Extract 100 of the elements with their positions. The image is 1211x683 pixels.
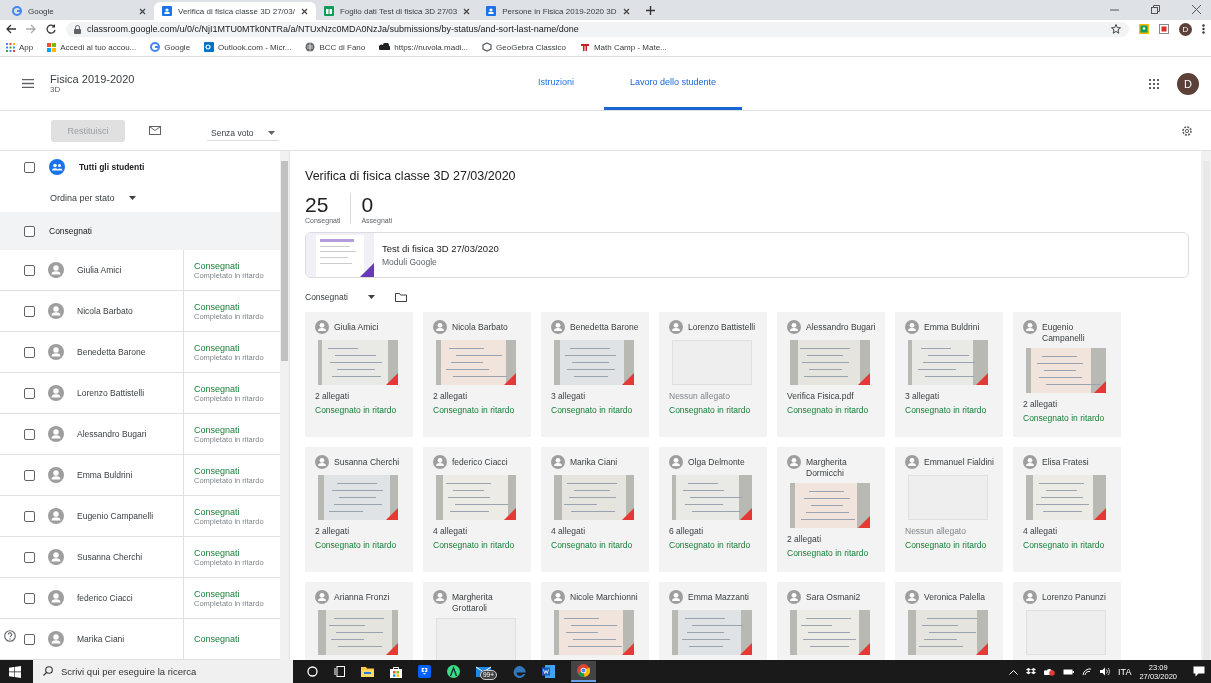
task-view-icon[interactable] bbox=[334, 666, 345, 677]
student-card[interactable]: Arianna Fronzi bbox=[305, 582, 413, 660]
browser-tab[interactable]: Foglio dati Test di fisica 3D 27/03 bbox=[315, 2, 479, 20]
alert-cloud-icon[interactable] bbox=[1044, 667, 1056, 676]
scrollbar[interactable] bbox=[280, 151, 289, 660]
sort-dropdown[interactable]: Ordina per stato bbox=[50, 192, 115, 203]
word-icon[interactable] bbox=[542, 665, 555, 678]
taskbar-search-field[interactable]: Scrivi qui per eseguire la ricerca bbox=[33, 660, 293, 683]
student-card[interactable]: Emmanuel Fialdini Nessun allegato Consegnato in ritardo bbox=[895, 447, 1003, 572]
checkbox[interactable] bbox=[24, 551, 35, 563]
student-card[interactable]: Nicole Marchionni bbox=[541, 582, 649, 660]
dropbox-tray-icon[interactable] bbox=[1026, 667, 1037, 676]
student-name[interactable]: Nicola Barbato bbox=[77, 306, 133, 316]
bookmark[interactable]: App bbox=[6, 42, 34, 52]
back-arrow-icon[interactable] bbox=[6, 24, 16, 34]
browser-tab[interactable]: Google bbox=[4, 2, 154, 20]
battery-icon[interactable] bbox=[1063, 668, 1075, 675]
student-card[interactable]: Margherita Grottaroli bbox=[423, 582, 531, 660]
start-icon[interactable] bbox=[9, 665, 21, 678]
student-card[interactable]: Elisa Fratesi 4 allegati Consegnato in ritardo bbox=[1013, 447, 1121, 572]
bookmark[interactable]: Accedi al tuo accou... bbox=[47, 42, 137, 52]
settings-icon[interactable] bbox=[1181, 124, 1193, 137]
close-icon[interactable] bbox=[1192, 5, 1201, 14]
checkbox[interactable] bbox=[24, 225, 35, 237]
caret-icon[interactable] bbox=[368, 295, 375, 299]
student-name[interactable]: federico Ciacci bbox=[77, 593, 133, 603]
apps-grid-icon[interactable] bbox=[1149, 78, 1159, 89]
star-icon[interactable] bbox=[1111, 24, 1121, 34]
browser-tab[interactable]: Verifica di fisica classe 3D 27/03/ bbox=[154, 2, 316, 20]
help-icon[interactable] bbox=[4, 630, 16, 642]
close-icon[interactable] bbox=[300, 7, 308, 15]
attachment-card[interactable]: Test di fisica 3D 27/03/2020 Moduli Google bbox=[305, 232, 1189, 278]
caret-icon[interactable] bbox=[128, 195, 136, 200]
checkbox[interactable] bbox=[24, 633, 35, 645]
student-card[interactable]: Sara Osmani2 bbox=[777, 582, 885, 660]
checkbox[interactable] bbox=[24, 387, 35, 399]
bookmark[interactable]: GeoGebra Classico bbox=[482, 42, 566, 52]
folder-icon[interactable] bbox=[361, 666, 374, 677]
student-card[interactable]: Emma Mazzanti bbox=[659, 582, 767, 660]
profile-avatar[interactable]: D bbox=[1177, 72, 1199, 95]
speaker-icon[interactable] bbox=[1100, 667, 1111, 676]
grade-dropdown[interactable]: Senza voto bbox=[207, 126, 279, 141]
student-name[interactable]: Lorenzo Battistelli bbox=[77, 388, 145, 398]
dropbox-icon[interactable] bbox=[418, 665, 431, 678]
edge-browser-icon[interactable] bbox=[513, 665, 526, 678]
student-card[interactable]: Susanna Cherchi 2 allegati Consegnato in ritardo bbox=[305, 447, 413, 572]
cortana-circle-icon[interactable] bbox=[307, 666, 318, 677]
student-card[interactable]: Nicola Barbato 2 allegati Consegnato in ritardo bbox=[423, 312, 531, 437]
bookmark[interactable]: Outlook.com - Micr... bbox=[204, 42, 292, 52]
address-bar[interactable]: classroom.google.com/u/0/c/NjI1MTU0MTk0NTRa/a/NTUxNzc0MDA0NzJa/submissions/by-status/and-sort-last-name/done bbox=[66, 21, 1129, 37]
checkbox[interactable] bbox=[24, 161, 35, 173]
student-card[interactable]: Veronica Palella bbox=[895, 582, 1003, 660]
extension-icon[interactable] bbox=[1159, 24, 1169, 34]
store-bag-icon[interactable] bbox=[390, 665, 402, 678]
student-card[interactable]: Lorenzo Battistelli Nessun allegato Consegnato in ritardo bbox=[659, 312, 767, 437]
student-card[interactable]: Emma Buldrini 3 allegati Consegnato in ritardo bbox=[895, 312, 1003, 437]
bookmark[interactable]: https://nuvola.madi... bbox=[379, 42, 469, 52]
student-name[interactable]: Giulia Amici bbox=[77, 265, 122, 275]
student-card[interactable]: Marika Ciani 4 allegati Consegnato in ritardo bbox=[541, 447, 649, 572]
bookmark[interactable]: Math Camp - Mate... bbox=[579, 42, 667, 52]
student-name[interactable]: Emma Buldrini bbox=[77, 470, 133, 480]
student-card[interactable]: federico Ciacci 4 allegati Consegnato in ritardo bbox=[423, 447, 531, 572]
checkbox[interactable] bbox=[24, 305, 35, 317]
checkbox[interactable] bbox=[24, 346, 35, 358]
close-icon[interactable] bbox=[622, 7, 630, 15]
student-card[interactable]: Eugenio Campanelli 2 allegati Consegnato in ritardo bbox=[1013, 312, 1121, 437]
student-card[interactable]: Benedetta Barone 3 allegati Consegnato in ritardo bbox=[541, 312, 649, 437]
student-card[interactable]: Alessandro Bugari Verifica Fisica.pdf Consegnato in ritardo bbox=[777, 312, 885, 437]
reload-icon[interactable] bbox=[46, 24, 56, 34]
student-name[interactable]: Marika Ciani bbox=[77, 634, 125, 644]
more-menu-icon[interactable] bbox=[1202, 24, 1205, 34]
menu-icon[interactable] bbox=[22, 79, 34, 88]
folder-icon[interactable] bbox=[395, 292, 407, 302]
student-card[interactable]: Margherita Dormicchi 2 allegati Consegnato in ritardo bbox=[777, 447, 885, 572]
wifi-icon[interactable] bbox=[1082, 667, 1093, 676]
mail-icon[interactable] bbox=[149, 126, 161, 135]
student-name[interactable]: Susanna Cherchi bbox=[77, 552, 143, 562]
checkbox[interactable] bbox=[24, 592, 35, 604]
checkbox[interactable] bbox=[24, 510, 35, 522]
scrollbar[interactable] bbox=[1201, 151, 1211, 660]
android-studio-icon[interactable] bbox=[447, 665, 460, 678]
input-language[interactable]: ITA bbox=[1118, 666, 1132, 677]
restore-icon[interactable] bbox=[1151, 5, 1160, 14]
checkbox[interactable] bbox=[24, 469, 35, 481]
new-tab-icon[interactable] bbox=[645, 6, 655, 15]
student-card[interactable]: Lorenzo Panunzi bbox=[1013, 582, 1121, 660]
close-icon[interactable] bbox=[463, 7, 471, 15]
profile-avatar[interactable]: D bbox=[1179, 22, 1192, 36]
close-icon[interactable] bbox=[139, 7, 146, 15]
student-name[interactable]: Eugenio Campanelli bbox=[77, 511, 154, 521]
checkbox[interactable] bbox=[24, 428, 35, 440]
browser-tab[interactable]: Persone in Fisica 2019-2020 3D bbox=[478, 2, 638, 20]
checkbox[interactable] bbox=[24, 264, 35, 276]
bookmark[interactable]: BCC di Fano bbox=[305, 42, 366, 52]
bookmark[interactable]: Google bbox=[150, 42, 191, 52]
student-card[interactable]: Olga Delmonte 6 allegati Consegnato in ritardo bbox=[659, 447, 767, 572]
chrome-icon[interactable] bbox=[577, 664, 590, 677]
student-name[interactable]: Benedetta Barone bbox=[77, 347, 146, 357]
notifications-icon[interactable] bbox=[1193, 666, 1205, 677]
student-card[interactable]: Giulia Amici 2 allegati Consegnato in ritardo bbox=[305, 312, 413, 437]
